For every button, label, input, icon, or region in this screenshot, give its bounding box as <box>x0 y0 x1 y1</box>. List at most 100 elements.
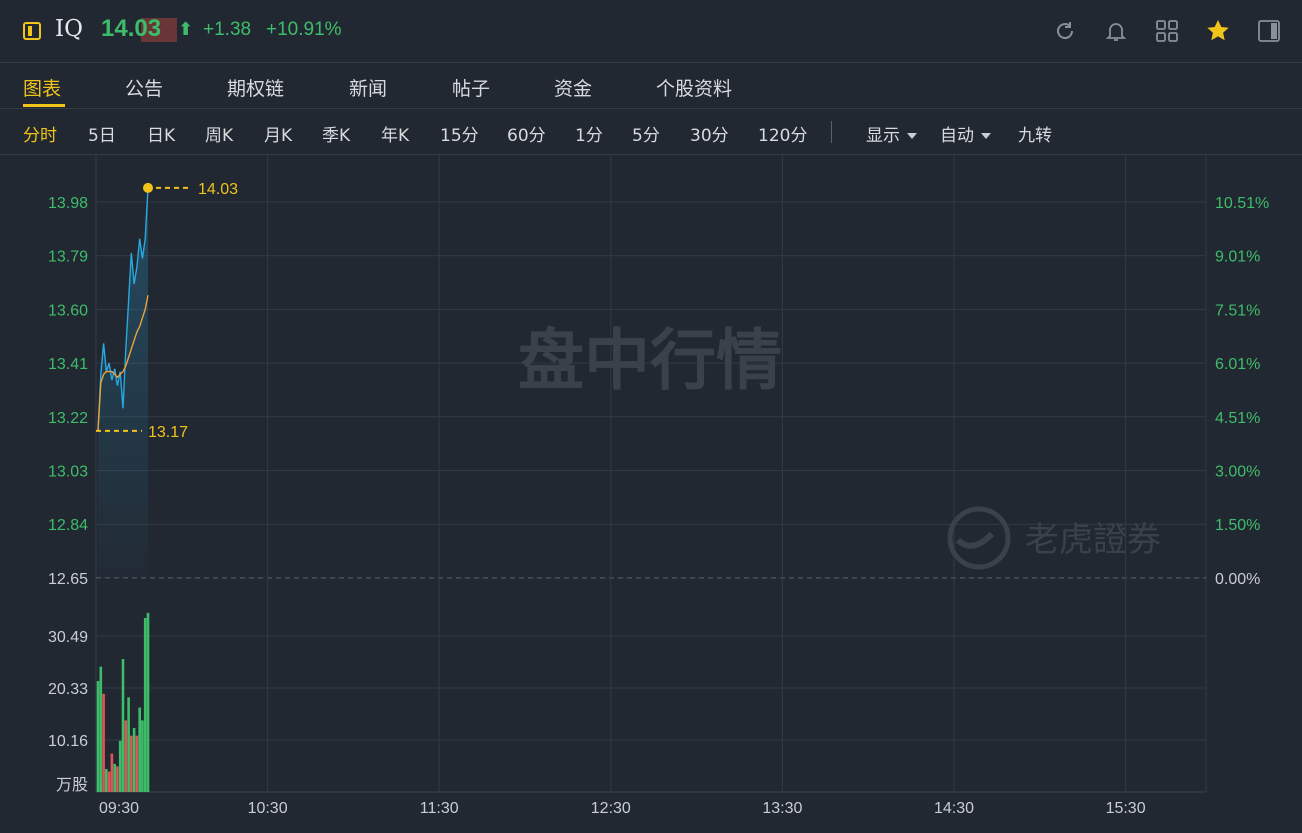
volume-bar <box>121 659 125 792</box>
volume-bar <box>102 693 105 792</box>
bell-icon[interactable] <box>1103 18 1129 44</box>
period-15min[interactable]: 15分 <box>440 121 479 146</box>
volume-bar <box>113 763 116 792</box>
sidebar-toggle-icon[interactable] <box>1256 18 1282 44</box>
watermark-brand: 老虎證券 <box>1025 520 1161 560</box>
chart-watermark: 盘中行情 老虎證券 <box>518 322 1161 570</box>
intraday-chart[interactable]: 盘中行情 老虎證券 14.03 13.17 13.98 13.79 13.60 13.4… <box>0 155 1302 833</box>
price-tick-label: 12.65 <box>48 571 88 588</box>
price-tick-label: 13.79 <box>48 249 88 266</box>
time-tick-label: 15:30 <box>1106 800 1146 817</box>
percent-tick-label: 7.51% <box>1215 302 1260 319</box>
grid-icon[interactable] <box>1154 18 1180 44</box>
tab-capital-flow[interactable]: 资金 <box>554 74 592 101</box>
volume-bar <box>116 766 119 792</box>
stock-symbol: IQ <box>55 16 83 42</box>
percent-tick-label: 3.00% <box>1215 464 1260 481</box>
price-tick-label: 13.22 <box>48 410 88 427</box>
stock-header: IQ 14.03 ⬆ +1.38 +10.91% <box>0 0 1302 63</box>
tab-bar: 图表 公告 期权链 新闻 帖子 资金 个股资料 <box>0 62 1302 109</box>
tab-company-profile[interactable]: 个股资料 <box>656 74 732 101</box>
percent-tick-label: 9.01% <box>1215 249 1260 266</box>
volume-tick-label: 10.16 <box>48 733 88 750</box>
period-separator <box>831 121 832 143</box>
percent-tick-label: 0.00% <box>1215 571 1260 588</box>
tab-posts[interactable]: 帖子 <box>452 74 490 101</box>
percent-tick-label: 1.50% <box>1215 517 1260 534</box>
percent-tick-label: 4.51% <box>1215 410 1260 427</box>
price-tick-label: 12.84 <box>48 517 88 534</box>
chart-grid <box>95 155 1207 793</box>
volume-bar <box>118 740 122 792</box>
axis-labels: 13.98 13.79 13.60 13.41 13.22 13.03 12.84 12.65… <box>48 195 1269 817</box>
tiger-logo-icon <box>947 506 1011 570</box>
period-5day[interactable]: 5日 <box>88 121 116 146</box>
period-monthly[interactable]: 月K <box>264 121 292 146</box>
period-30min[interactable]: 30分 <box>690 121 729 146</box>
price-tick-label: 13.98 <box>48 195 88 212</box>
star-icon[interactable] <box>1205 18 1231 44</box>
active-tab-indicator <box>23 104 65 107</box>
percent-tick-label: 10.51% <box>1215 195 1269 212</box>
price-tick-label: 13.60 <box>48 302 88 319</box>
high-marker-label: 14.03 <box>198 181 238 198</box>
time-tick-label: 14:30 <box>934 800 974 817</box>
volume-tick-label: 20.33 <box>48 681 88 698</box>
volume-bar <box>135 735 139 792</box>
period-intraday[interactable]: 分时 <box>23 121 57 146</box>
tab-announcements[interactable]: 公告 <box>125 74 163 101</box>
nine-turn-toggle[interactable]: 九转 <box>1018 121 1052 146</box>
volume-bar <box>107 771 111 792</box>
period-quarterly[interactable]: 季K <box>322 121 350 146</box>
display-label: 显示 <box>866 126 900 146</box>
volume-bar <box>127 697 130 792</box>
volume-bar <box>132 728 136 792</box>
display-dropdown[interactable]: 显示 <box>866 121 917 146</box>
percent-tick-label: 6.01% <box>1215 356 1260 373</box>
period-yearly[interactable]: 年K <box>381 121 409 146</box>
price-tick-label: 13.03 <box>48 464 88 481</box>
high-marker-dot <box>143 182 153 193</box>
volume-bar <box>124 720 128 792</box>
tab-option-chain[interactable]: 期权链 <box>227 74 284 101</box>
tab-news[interactable]: 新闻 <box>349 74 387 101</box>
volume-bar <box>105 769 108 792</box>
low-marker-label: 13.17 <box>148 424 188 441</box>
time-tick-label: 13:30 <box>762 800 802 817</box>
time-tick-label: 10:30 <box>248 800 288 817</box>
last-price: 14.03 <box>101 15 162 42</box>
auto-dropdown[interactable]: 自动 <box>940 121 991 146</box>
volume-bar <box>141 720 144 792</box>
time-tick-label: 11:30 <box>420 800 459 817</box>
period-5min[interactable]: 5分 <box>632 121 660 146</box>
period-daily[interactable]: 日K <box>147 121 175 146</box>
time-tick-label: 09:30 <box>99 800 139 817</box>
price-change: +1.38 <box>203 19 252 40</box>
volume-bar <box>143 618 147 792</box>
volume-unit-label: 万股 <box>56 776 88 794</box>
volume-bar <box>146 612 150 792</box>
up-arrow-icon: ⬆ <box>178 19 194 40</box>
volume-bar <box>130 735 133 792</box>
period-60min[interactable]: 60分 <box>507 121 546 146</box>
price-change-percent: +10.91% <box>266 19 342 40</box>
volume-tick-label: 30.49 <box>48 629 88 646</box>
volume-bar <box>96 681 100 792</box>
price-tick-label: 13.41 <box>48 356 88 373</box>
auto-label: 自动 <box>940 126 974 146</box>
refresh-icon[interactable] <box>1052 18 1078 44</box>
period-120min[interactable]: 120分 <box>758 121 807 146</box>
period-bar: 分时 5日 日K 周K 月K 季K 年K 15分 60分 1分 5分 30分 1… <box>0 108 1302 155</box>
stock-badge-icon <box>23 22 41 40</box>
volume-bar <box>138 707 141 792</box>
period-1min[interactable]: 1分 <box>575 121 603 146</box>
time-tick-label: 12:30 <box>591 800 631 817</box>
tab-chart[interactable]: 图表 <box>23 74 61 101</box>
caret-down-icon <box>981 133 991 139</box>
caret-down-icon <box>907 133 917 139</box>
volume-bar <box>99 666 103 792</box>
period-weekly[interactable]: 周K <box>205 121 233 146</box>
volume-bar <box>110 753 114 792</box>
watermark-text: 盘中行情 <box>518 322 782 399</box>
volume-bars <box>96 612 150 792</box>
